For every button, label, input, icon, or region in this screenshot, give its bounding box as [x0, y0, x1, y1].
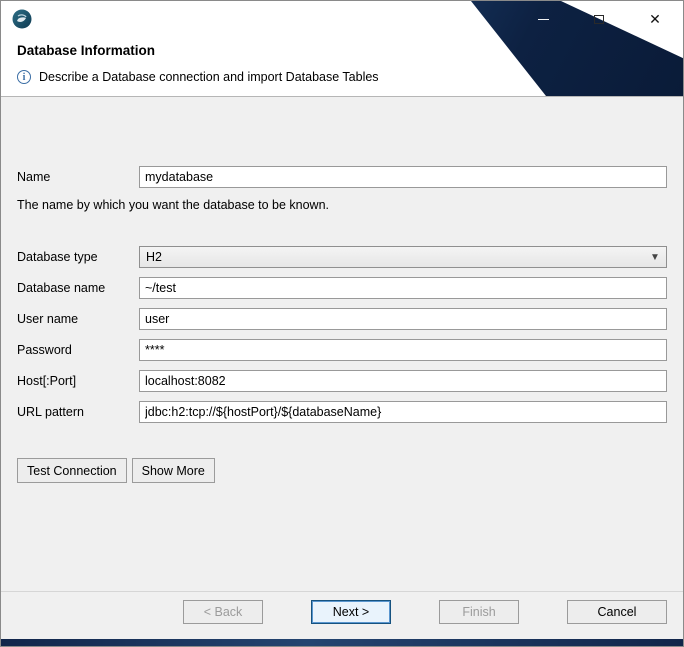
name-label: Name — [17, 170, 139, 184]
database-type-label: Database type — [17, 250, 139, 264]
database-type-select[interactable]: H2 ▼ — [139, 246, 667, 268]
titlebar[interactable]: ✕ — [1, 1, 683, 37]
close-button[interactable]: ✕ — [627, 1, 683, 37]
minimize-button[interactable] — [515, 1, 571, 37]
url-pattern-row: URL pattern — [17, 401, 667, 423]
password-input[interactable] — [139, 339, 667, 361]
page-title: Database Information — [17, 43, 683, 58]
host-port-label: Host[:Port] — [17, 374, 139, 388]
name-help-text: The name by which you want the database … — [17, 198, 667, 212]
footer-button-bar: < Back Next > Finish Cancel — [1, 600, 683, 624]
password-label: Password — [17, 343, 139, 357]
app-icon — [11, 8, 33, 30]
form-body: Name The name by which you want the data… — [1, 166, 683, 483]
database-type-value: H2 — [140, 250, 644, 264]
user-name-label: User name — [17, 312, 139, 326]
url-pattern-label: URL pattern — [17, 405, 139, 419]
next-button[interactable]: Next > — [311, 600, 391, 624]
minimize-icon — [538, 19, 549, 20]
database-information-dialog: ✕ Database Information i Describe a Data… — [0, 0, 684, 647]
url-pattern-input[interactable] — [139, 401, 667, 423]
cancel-button[interactable]: Cancel — [567, 600, 667, 624]
user-name-input[interactable] — [139, 308, 667, 330]
finish-button[interactable]: Finish — [439, 600, 519, 624]
test-connection-button[interactable]: Test Connection — [17, 458, 127, 483]
database-name-input[interactable] — [139, 277, 667, 299]
maximize-button[interactable] — [571, 1, 627, 37]
banner-message: Describe a Database connection and impor… — [39, 70, 379, 84]
dialog-header: ✕ Database Information i Describe a Data… — [1, 1, 683, 96]
back-button[interactable]: < Back — [183, 600, 263, 624]
banner-text: Database Information i Describe a Databa… — [1, 43, 683, 84]
database-name-row: Database name — [17, 277, 667, 299]
host-port-input[interactable] — [139, 370, 667, 392]
host-port-row: Host[:Port] — [17, 370, 667, 392]
window-bottom-accent — [1, 639, 683, 646]
name-input[interactable] — [139, 166, 667, 188]
database-type-row: Database type H2 ▼ — [17, 246, 667, 268]
window-controls: ✕ — [515, 1, 683, 37]
close-icon: ✕ — [649, 11, 661, 28]
info-icon: i — [17, 70, 31, 84]
database-name-label: Database name — [17, 281, 139, 295]
chevron-down-icon: ▼ — [644, 252, 666, 263]
maximize-icon — [594, 15, 604, 24]
password-row: Password — [17, 339, 667, 361]
show-more-button[interactable]: Show More — [132, 458, 215, 483]
user-name-row: User name — [17, 308, 667, 330]
name-field-row: Name — [17, 166, 667, 188]
footer-separator — [1, 591, 683, 592]
inline-actions: Test Connection Show More — [17, 458, 667, 483]
header-separator — [1, 96, 683, 97]
